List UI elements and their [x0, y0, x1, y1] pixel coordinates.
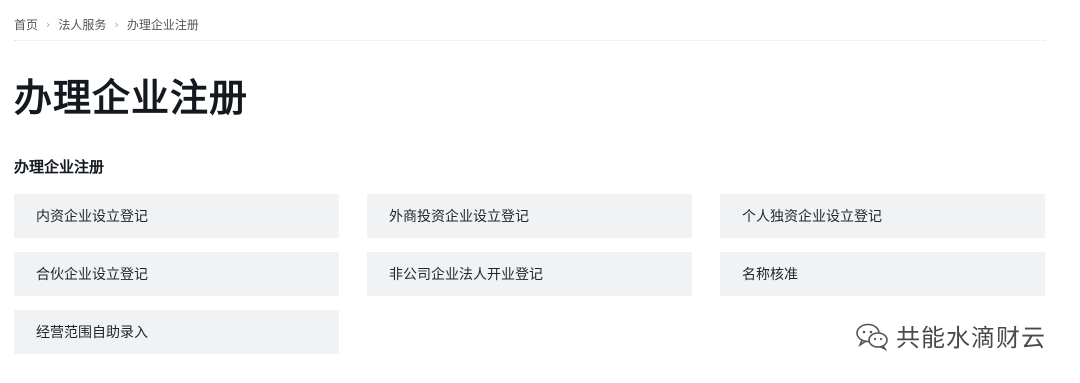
page: 首页 › 法人服务 › 办理企业注册 办理企业注册 办理企业注册 内资企业设立登… — [0, 0, 1080, 383]
watermark-text: 共能水滴财云 — [896, 324, 1046, 352]
service-card-name-approval[interactable]: 名称核准 — [720, 252, 1045, 296]
service-card-domestic-enterprise[interactable]: 内资企业设立登记 — [14, 194, 339, 238]
watermark: 共能水滴财云 — [854, 318, 1046, 353]
service-card-partnership[interactable]: 合伙企业设立登记 — [14, 252, 339, 296]
service-card-foreign-invested-enterprise[interactable]: 外商投资企业设立登记 — [367, 194, 692, 238]
breadcrumb-separator: › — [114, 18, 119, 31]
breadcrumb-home[interactable]: 首页 — [14, 16, 38, 33]
breadcrumb-legal-services[interactable]: 法人服务 — [58, 16, 106, 33]
page-title: 办理企业注册 — [14, 76, 249, 120]
service-card-business-scope-entry[interactable]: 经营范围自助录入 — [14, 310, 339, 354]
breadcrumb-separator: › — [46, 18, 51, 31]
breadcrumb: 首页 › 法人服务 › 办理企业注册 — [14, 16, 199, 33]
service-card-sole-proprietorship[interactable]: 个人独资企业设立登记 — [720, 194, 1045, 238]
section-title: 办理企业注册 — [14, 158, 105, 176]
wechat-icon — [856, 323, 888, 351]
breadcrumb-divider — [14, 40, 1046, 41]
breadcrumb-current: 办理企业注册 — [126, 18, 199, 32]
service-card-non-company-legal-person[interactable]: 非公司企业法人开业登记 — [367, 252, 692, 296]
